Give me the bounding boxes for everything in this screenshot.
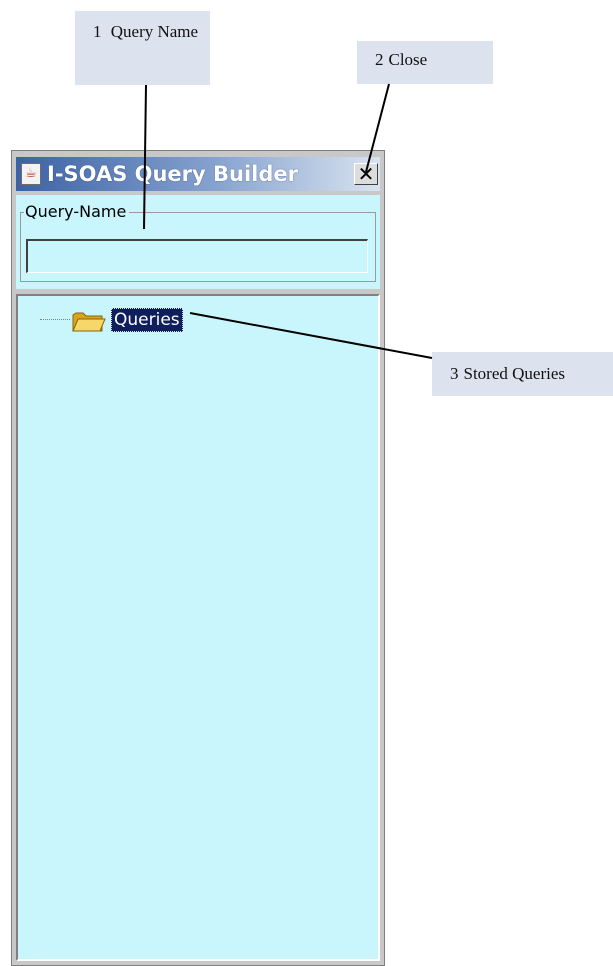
screenshot-stage: 1 Query Name 2 Close 3 Stored Queries ☕ I-… bbox=[0, 0, 613, 966]
tree-connector-line bbox=[40, 319, 70, 320]
close-button[interactable]: ✕ bbox=[354, 162, 378, 186]
window-title: I-SOAS Query Builder bbox=[47, 162, 299, 186]
query-name-input[interactable] bbox=[26, 239, 368, 273]
callout-close: 2 Close bbox=[357, 41, 493, 84]
query-name-panel: Query-Name bbox=[16, 195, 380, 289]
window-titlebar[interactable]: ☕ I-SOAS Query Builder ✕ bbox=[16, 157, 380, 191]
callout-text: Stored Queries bbox=[463, 364, 566, 383]
callout-text: Close bbox=[388, 50, 428, 69]
folder-icon bbox=[72, 312, 106, 332]
callout-text: Query Name bbox=[110, 22, 199, 41]
callout-number: 1 bbox=[93, 22, 102, 41]
callout-number: 3 bbox=[450, 364, 459, 383]
close-icon: ✕ bbox=[357, 162, 375, 186]
stored-queries-tree[interactable]: Queries bbox=[16, 294, 380, 961]
callout-stored-queries: 3 Stored Queries bbox=[432, 352, 613, 396]
query-builder-window: ☕ I-SOAS Query Builder ✕ Query-Name Quer… bbox=[11, 150, 385, 966]
tree-node-label[interactable]: Queries bbox=[111, 308, 183, 332]
query-name-legend: Query-Name bbox=[24, 201, 130, 223]
java-icon: ☕ bbox=[21, 163, 41, 185]
callout-query-name: 1 Query Name bbox=[75, 11, 210, 85]
callout-number: 2 bbox=[375, 50, 384, 69]
